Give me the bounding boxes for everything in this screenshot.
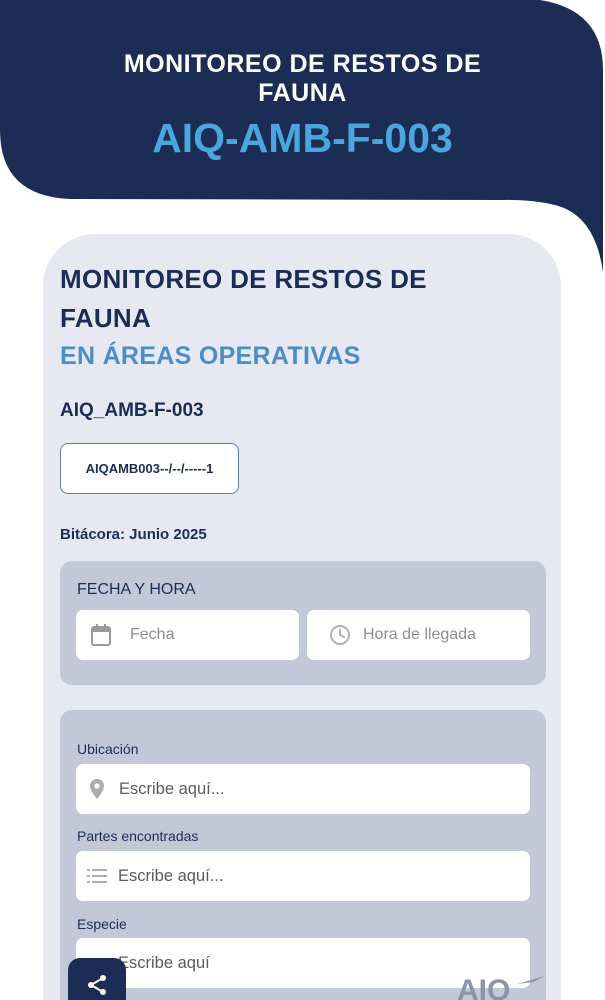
card-subtitle: EN ÁREAS OPERATIVAS <box>60 342 361 370</box>
location-pin-icon <box>89 778 105 800</box>
ubicacion-label: Ubicación <box>77 741 139 757</box>
header-title: MONITOREO DE RESTOS DE FAUNA <box>123 50 482 107</box>
fecha-hora-panel: FECHA Y HORA Fecha Hora de llegada <box>60 561 546 685</box>
especie-label: Especie <box>77 916 127 932</box>
share-button[interactable] <box>68 958 126 1000</box>
ubicacion-input[interactable]: Escribe aquí... <box>76 764 530 814</box>
especie-placeholder: Escribe aquí <box>118 953 210 972</box>
aiq-logo: AIQ <box>455 968 550 1000</box>
card-title: MONITOREO DE RESTOS DE FAUNA <box>60 264 427 333</box>
clock-icon <box>329 624 351 646</box>
partes-placeholder: Escribe aquí... <box>118 866 224 885</box>
hora-placeholder: Hora de llegada <box>363 626 476 643</box>
calendar-icon <box>90 623 112 647</box>
fecha-placeholder: Fecha <box>130 626 175 643</box>
svg-text:AIQ: AIQ <box>457 974 510 1000</box>
list-icon <box>87 867 107 885</box>
folio-button[interactable]: AIQAMB003--/--/-----1 <box>60 443 239 494</box>
form-code-label: AIQ_AMB-F-003 <box>60 400 204 421</box>
bitacora-label: Bitácora: Junio 2025 <box>60 526 207 543</box>
fecha-field[interactable]: Fecha <box>76 610 299 660</box>
partes-input[interactable]: Escribe aquí... <box>76 851 530 901</box>
share-icon <box>86 974 108 996</box>
partes-label: Partes encontradas <box>77 828 199 844</box>
fecha-hora-label: FECHA Y HORA <box>77 581 196 598</box>
hora-field[interactable]: Hora de llegada <box>307 610 530 660</box>
folio-text: AIQAMB003--/--/-----1 <box>85 461 214 476</box>
header-form-code: AIQ-AMB-F-003 <box>152 115 453 161</box>
ubicacion-placeholder: Escribe aquí... <box>119 779 225 798</box>
